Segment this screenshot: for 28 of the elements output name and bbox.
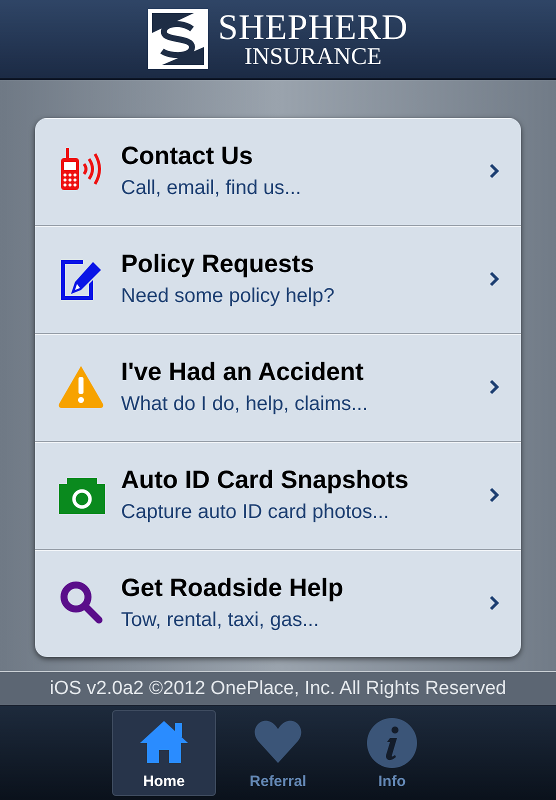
- brand-name: SHEPHERD: [218, 8, 408, 45]
- menu-item[interactable]: Auto ID Card Snapshots Capture auto ID card photos...: [35, 442, 521, 550]
- menu-item[interactable]: Contact Us Call, email, find us...: [35, 118, 521, 226]
- tab[interactable]: Info: [340, 710, 444, 796]
- tab[interactable]: Home: [112, 710, 216, 796]
- info-icon: [366, 716, 418, 769]
- logo-icon: [148, 8, 208, 69]
- item-title: Get Roadside Help: [121, 574, 344, 604]
- tab[interactable]: Referral: [226, 710, 330, 796]
- chevron-icon: [489, 595, 499, 612]
- item-title: I've Had an Accident: [121, 358, 365, 388]
- menu-item[interactable]: Policy Requests Need some policy help?: [35, 226, 521, 334]
- item-subtitle: Need some policy help?: [121, 285, 336, 308]
- menu-item[interactable]: I've Had an Accident What do I do, help, claims...: [35, 334, 521, 442]
- copyright-text: iOS v2.0a2 ©2012 OnePlace, Inc. All Rights Reserved: [50, 678, 506, 700]
- brand-tagline: INSURANCE: [244, 44, 382, 69]
- item-subtitle: Capture auto ID card photos...: [121, 501, 390, 524]
- item-title: Contact Us: [121, 142, 254, 172]
- chevron-icon: [489, 487, 499, 504]
- item-title: Auto ID Card Snapshots: [121, 466, 410, 496]
- chevron-icon: [489, 271, 499, 288]
- item-subtitle: Call, email, find us...: [121, 177, 302, 200]
- chevron-icon: [489, 379, 499, 396]
- item-title: Policy Requests: [121, 250, 316, 280]
- menu-item[interactable]: Get Roadside Help Tow, rental, taxi, gas...: [35, 550, 521, 657]
- item-subtitle: What do I do, help, claims...: [121, 393, 369, 416]
- item-subtitle: Tow, rental, taxi, gas...: [121, 609, 320, 632]
- chevron-icon: [489, 163, 499, 180]
